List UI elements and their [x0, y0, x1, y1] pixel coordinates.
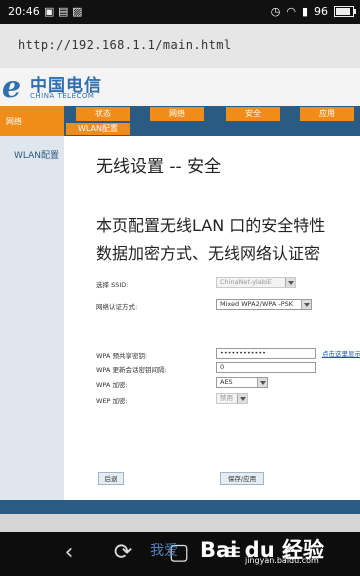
address-bar[interactable]: http://192.168.1.1/main.html: [0, 24, 360, 68]
picture-icon: ▨: [72, 5, 83, 18]
chevron-down-icon: [301, 300, 311, 309]
status-bar: 20:46 ▣ ▤ ▨ ◷ ◠ ▮ 96: [0, 0, 360, 24]
rekey-interval-label: WPA 更新会话密钥间隔:: [96, 366, 167, 374]
ssid-label: 选择 SSID:: [96, 281, 129, 289]
tab-status[interactable]: 状态: [76, 107, 130, 121]
ssid-select[interactable]: ChinaNet-ylabiE: [216, 277, 296, 288]
show-password-link[interactable]: 点击这里显示: [322, 348, 360, 358]
subtab-wlan-config[interactable]: WLAN配置: [66, 123, 130, 135]
footer-bar: [0, 500, 360, 514]
content-panel: [64, 136, 360, 500]
status-time: 20:46: [8, 5, 40, 18]
signal-icon: ▮: [301, 5, 308, 18]
psk-input[interactable]: ••••••••••••: [216, 348, 316, 359]
tab-network[interactable]: 网络: [150, 107, 204, 121]
sidebar-item-wlan-config[interactable]: WLAN配置: [14, 148, 59, 161]
wifi-icon: ◠: [286, 5, 296, 18]
back-icon[interactable]: ‹: [54, 540, 84, 565]
battery-percent: 96: [314, 5, 328, 18]
auth-method-select[interactable]: Mixed WPA2/WPA -PSK: [216, 299, 312, 310]
status-icons: ◷ ◠ ▮ 96: [270, 5, 356, 18]
china-telecom-logo-icon: e: [2, 70, 22, 105]
current-section: 网络: [0, 106, 64, 136]
back-button[interactable]: 后退: [98, 472, 124, 485]
alarm-icon: ◷: [270, 5, 281, 18]
watermark-url: jingyan.baidu.com: [245, 556, 319, 565]
gallery-icon: ▣: [44, 5, 55, 18]
battery-icon: [334, 6, 356, 17]
refresh-icon[interactable]: ⟳: [108, 540, 138, 565]
url-text[interactable]: http://192.168.1.1/main.html: [18, 38, 232, 52]
page-description: 本页配置无线LAN 口的安全特性 数据加密方式、无线网络认证密: [96, 216, 326, 263]
save-apply-button[interactable]: 保存/应用: [220, 472, 264, 485]
wpa-encryption-label: WPA 加密:: [96, 381, 128, 389]
image-icon: ▤: [58, 5, 69, 18]
brand-en: CHINA TELECOM: [30, 92, 95, 100]
auth-method-label: 网络认证方式:: [96, 303, 138, 311]
footer-gray: [0, 514, 360, 532]
wep-encryption-label: WEP 加密:: [96, 397, 128, 405]
tab-apps[interactable]: 应用: [300, 107, 354, 121]
wpa-encryption-select[interactable]: AES: [216, 377, 268, 388]
watermark-alt: 我爱: [150, 543, 178, 559]
chevron-down-icon: [285, 278, 295, 287]
chevron-down-icon: [237, 394, 247, 403]
chevron-down-icon: [257, 378, 267, 387]
rekey-interval-input[interactable]: 0: [216, 362, 316, 373]
tab-security[interactable]: 安全: [226, 107, 280, 121]
sidebar: [0, 136, 64, 500]
wep-encryption-select[interactable]: 禁用: [216, 393, 248, 404]
page-title: 无线设置 -- 安全: [96, 157, 222, 177]
psk-label: WPA 预共享密钥:: [96, 352, 148, 360]
